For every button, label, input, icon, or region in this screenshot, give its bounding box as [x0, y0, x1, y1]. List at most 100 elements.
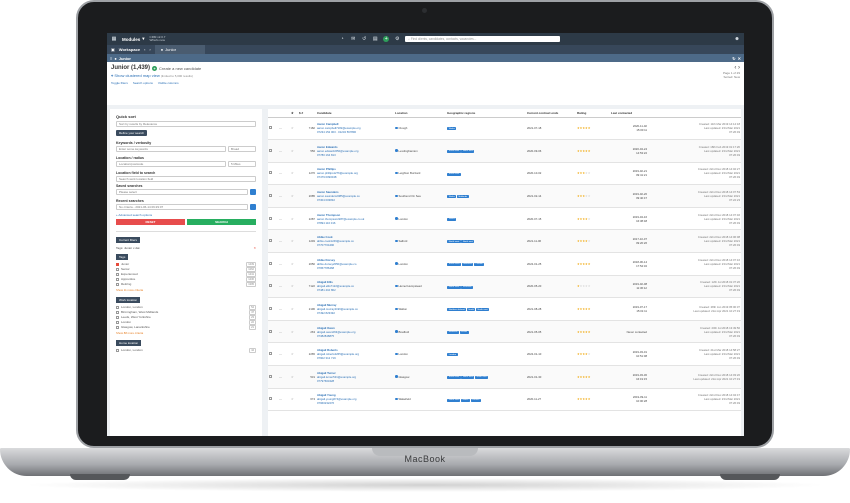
- candidate-phone[interactable]: 07492 823392: [317, 311, 393, 315]
- reset-button[interactable]: RESET: [116, 219, 185, 225]
- modules-menu[interactable]: Modules ▾: [122, 36, 145, 42]
- expand-icon[interactable]: ⋯: [279, 126, 282, 130]
- checkbox[interactable]: [116, 315, 119, 319]
- star-rating[interactable]: ★★★★★: [577, 397, 591, 401]
- row-checkbox[interactable]: [269, 284, 272, 288]
- star-rating[interactable]: ★★★★★: [577, 126, 591, 130]
- column-header[interactable]: Location: [394, 109, 446, 118]
- keywords-input[interactable]: Enter some keywords: [116, 146, 226, 152]
- candidate-phone[interactable]: 07894 110 016: [317, 221, 393, 225]
- checkbox[interactable]: [116, 277, 119, 281]
- expand-icon[interactable]: ⋯: [279, 284, 282, 288]
- expand-icon[interactable]: ⋯: [279, 330, 282, 334]
- column-header[interactable]: ★: [290, 109, 298, 118]
- add-candidate-icon[interactable]: +: [152, 65, 158, 71]
- row-checkbox[interactable]: [269, 261, 272, 265]
- bell-icon[interactable]: ◔: [339, 36, 345, 42]
- star-rating[interactable]: ★★★★★: [577, 194, 591, 198]
- global-search-input[interactable]: ⌕ Find clients, candidates, contacts, va…: [405, 36, 561, 42]
- checkbox[interactable]: [116, 262, 119, 266]
- star-icon[interactable]: ☆: [291, 126, 294, 130]
- star-icon[interactable]: ☆: [291, 171, 294, 175]
- candidate-phone[interactable]: 07902 312 719: [317, 356, 393, 360]
- filter-option[interactable]: Glasgow, Lanarkshire 21: [116, 324, 256, 330]
- column-header[interactable]: Rating: [576, 109, 610, 118]
- location-field-select[interactable]: Search work location field: [116, 176, 256, 182]
- map-view-link[interactable]: Show clustered map view: [114, 73, 159, 78]
- calendar-icon[interactable]: ▤: [372, 36, 378, 42]
- checkbox[interactable]: [116, 325, 119, 329]
- column-header[interactable]: [268, 109, 278, 118]
- candidate-phone[interactable]: 07234 152 003 · 01234 567890: [317, 130, 393, 134]
- expand-icon[interactable]: ⋯: [279, 194, 282, 198]
- refresh-icon[interactable]: ↻: [732, 56, 735, 61]
- table-row[interactable]: ⋯ ☆ 2265 Abigail Roberts abigail.roberts2265…: [268, 342, 741, 367]
- checkbox[interactable]: [116, 310, 119, 314]
- row-checkbox[interactable]: [269, 126, 272, 130]
- table-row[interactable]: ⋯ ☆ 531 Abigail Turner abigail.turner531@exa…: [268, 365, 741, 389]
- keywords-mode-select[interactable]: Broad: [228, 146, 256, 152]
- star-rating[interactable]: ★★★★★: [577, 330, 591, 334]
- expand-icon[interactable]: ⋯: [279, 352, 282, 356]
- remove-filter-icon[interactable]: ✕: [253, 246, 256, 250]
- search-options-link[interactable]: Search options: [133, 81, 153, 85]
- settings-icon[interactable]: ⚙: [394, 36, 400, 42]
- row-checkbox[interactable]: [269, 397, 272, 401]
- whats-new-link[interactable]: What's new: [150, 38, 165, 42]
- recent-searches-select[interactable]: No criteria - 2021-06-14 09:29:07: [116, 204, 248, 210]
- column-header[interactable]: [278, 109, 290, 118]
- checkbox[interactable]: [116, 272, 119, 276]
- star-icon[interactable]: ☆: [291, 149, 294, 153]
- candidate-phone[interactable]: 07304 003832: [317, 198, 393, 202]
- tags-show-more-link[interactable]: Show 11 more criteria: [116, 288, 256, 292]
- star-icon[interactable]: ☆: [291, 284, 294, 288]
- star-rating[interactable]: ★★★★★: [577, 239, 591, 243]
- table-row[interactable]: ⋯ ☆ 2196 Abigail Murray abigail.murray2196@e…: [268, 297, 741, 321]
- table-row[interactable]: ⋯ ☆ 7122 Abigail Ellis abigail.ellis7122@exa…: [268, 275, 741, 299]
- star-rating[interactable]: ★★★★★: [577, 307, 591, 311]
- expand-icon[interactable]: ⋯: [279, 239, 282, 243]
- sort-select[interactable]: Sort by results by Relevance: [116, 121, 256, 127]
- candidate-phone[interactable]: 07479 0090048: [317, 175, 393, 179]
- column-header[interactable]: $ #: [298, 109, 316, 118]
- row-checkbox[interactable]: [269, 329, 272, 333]
- work-show-more-link[interactable]: Show 88 more criteria: [116, 331, 256, 335]
- row-checkbox[interactable]: [269, 216, 272, 220]
- table-row[interactable]: ⋯ ☆ 263 Abigail Owen abigail.owen263@example…: [268, 320, 741, 344]
- row-checkbox[interactable]: [269, 307, 272, 311]
- column-header[interactable]: Last contacted: [610, 109, 648, 118]
- grid-icon[interactable]: ▦: [111, 36, 117, 42]
- next-workspace-icon[interactable]: ›: [149, 47, 150, 52]
- column-header[interactable]: Current contract ends: [526, 109, 576, 118]
- column-header[interactable]: Candidate: [316, 109, 394, 118]
- close-icon[interactable]: ✕: [738, 56, 741, 61]
- star-rating[interactable]: ★★★★★: [577, 217, 591, 221]
- checkbox[interactable]: [116, 305, 119, 309]
- checkbox[interactable]: [116, 282, 119, 286]
- checkbox[interactable]: [116, 267, 119, 271]
- version-info[interactable]: CRM v2.0.7 What's new: [150, 35, 166, 43]
- table-row[interactable]: ⋯ ☆ 2287 Aaron Thompson aaron.thompson2287@e…: [268, 207, 741, 231]
- table-row[interactable]: ⋯ ☆ 550 Aaron Edwards aaron.edwards550@examp…: [268, 139, 741, 163]
- star-rating[interactable]: ★★★★★: [577, 149, 591, 153]
- star-icon[interactable]: ☆: [291, 194, 294, 198]
- menu-icon[interactable]: ≡: [110, 56, 112, 61]
- star-icon[interactable]: ☆: [291, 375, 294, 379]
- workspace-tab-junior[interactable]: ● Junior: [154, 45, 205, 54]
- recent-go-button[interactable]: [250, 204, 256, 210]
- row-checkbox[interactable]: [269, 194, 272, 198]
- candidate-phone[interactable]: 07382848875: [317, 334, 393, 338]
- expand-icon[interactable]: ⋯: [279, 149, 282, 153]
- star-rating[interactable]: ★★★★★: [577, 171, 591, 175]
- star-rating[interactable]: ★★★★★: [577, 262, 591, 266]
- expand-icon[interactable]: ⋯: [279, 217, 282, 221]
- candidate-phone[interactable]: 07960232276: [317, 401, 393, 405]
- candidate-phone[interactable]: 07797663428: [317, 379, 393, 383]
- table-row[interactable]: ⋯ ☆ 674 Abigail Young abigail.young674@examp…: [268, 388, 741, 412]
- row-checkbox[interactable]: [269, 148, 272, 152]
- star-icon[interactable]: ☆: [291, 239, 294, 243]
- toggle-filters-link[interactable]: Toggle filters: [111, 81, 128, 85]
- add-candidate-link[interactable]: Create a new candidate: [159, 66, 201, 71]
- expand-icon[interactable]: ⋯: [279, 375, 282, 379]
- table-row[interactable]: ⋯ ☆ 2050 Abbie Dorsey abbie.dorsey2050@examp…: [268, 252, 741, 276]
